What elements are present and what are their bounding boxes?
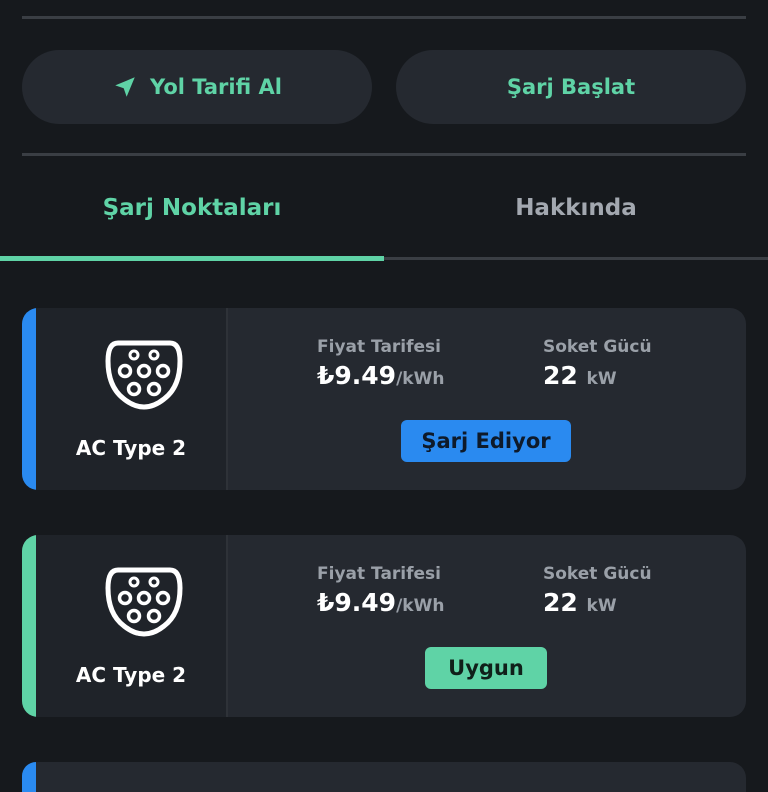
- tab-active-indicator: [0, 256, 384, 261]
- connector-info: AC Type 2: [36, 308, 228, 490]
- status-accent-bar: [22, 762, 36, 792]
- tab-charge-points[interactable]: Şarj Noktaları: [0, 182, 384, 234]
- price-value: ₺9.49/kWh: [317, 588, 444, 617]
- connector-type-label: AC Type 2: [75, 663, 187, 687]
- status-accent-bar: [22, 308, 36, 490]
- connector-card-partial[interactable]: [22, 762, 746, 792]
- power-amount: 22: [543, 361, 578, 390]
- price-label: Fiyat Tarifesi: [317, 564, 441, 584]
- price-unit: /kWh: [396, 369, 445, 389]
- power-label: Soket Gücü: [543, 337, 652, 357]
- tab-charge-points-label: Şarj Noktaları: [102, 195, 282, 221]
- status-badge: Uygun: [425, 647, 547, 689]
- top-divider: [22, 16, 746, 19]
- power-amount: 22: [543, 588, 578, 617]
- status-accent-bar: [22, 535, 36, 717]
- price-value: ₺9.49/kWh: [317, 361, 444, 390]
- start-charge-button[interactable]: Şarj Başlat: [396, 50, 746, 124]
- connector-type-label: AC Type 2: [75, 436, 187, 460]
- power-value: 22 kW: [543, 361, 617, 390]
- power-unit: kW: [586, 369, 617, 389]
- connector-card[interactable]: AC Type 2 Fiyat Tarifesi ₺9.49/kWh Soket…: [22, 308, 746, 490]
- price-amount: ₺9.49: [317, 588, 397, 617]
- status-label: Uygun: [448, 656, 524, 680]
- price-label: Fiyat Tarifesi: [317, 337, 441, 357]
- status-badge: Şarj Ediyor: [401, 420, 571, 462]
- price-unit: /kWh: [396, 596, 445, 616]
- directions-button[interactable]: Yol Tarifi Al: [22, 50, 372, 124]
- tab-about[interactable]: Hakkında: [384, 182, 768, 234]
- status-label: Şarj Ediyor: [421, 429, 551, 453]
- tab-about-label: Hakkında: [515, 195, 637, 221]
- power-value: 22 kW: [543, 588, 617, 617]
- actions-divider: [22, 153, 746, 156]
- power-unit: kW: [586, 596, 617, 616]
- start-charge-label: Şarj Başlat: [506, 75, 636, 99]
- type2-connector-icon: [105, 567, 183, 637]
- price-amount: ₺9.49: [317, 361, 397, 390]
- power-label: Soket Gücü: [543, 564, 652, 584]
- connector-card[interactable]: AC Type 2 Fiyat Tarifesi ₺9.49/kWh Soket…: [22, 535, 746, 717]
- type2-connector-icon: [105, 340, 183, 410]
- connector-info: AC Type 2: [36, 535, 228, 717]
- navigation-arrow-icon: [112, 74, 138, 100]
- directions-label: Yol Tarifi Al: [150, 75, 282, 99]
